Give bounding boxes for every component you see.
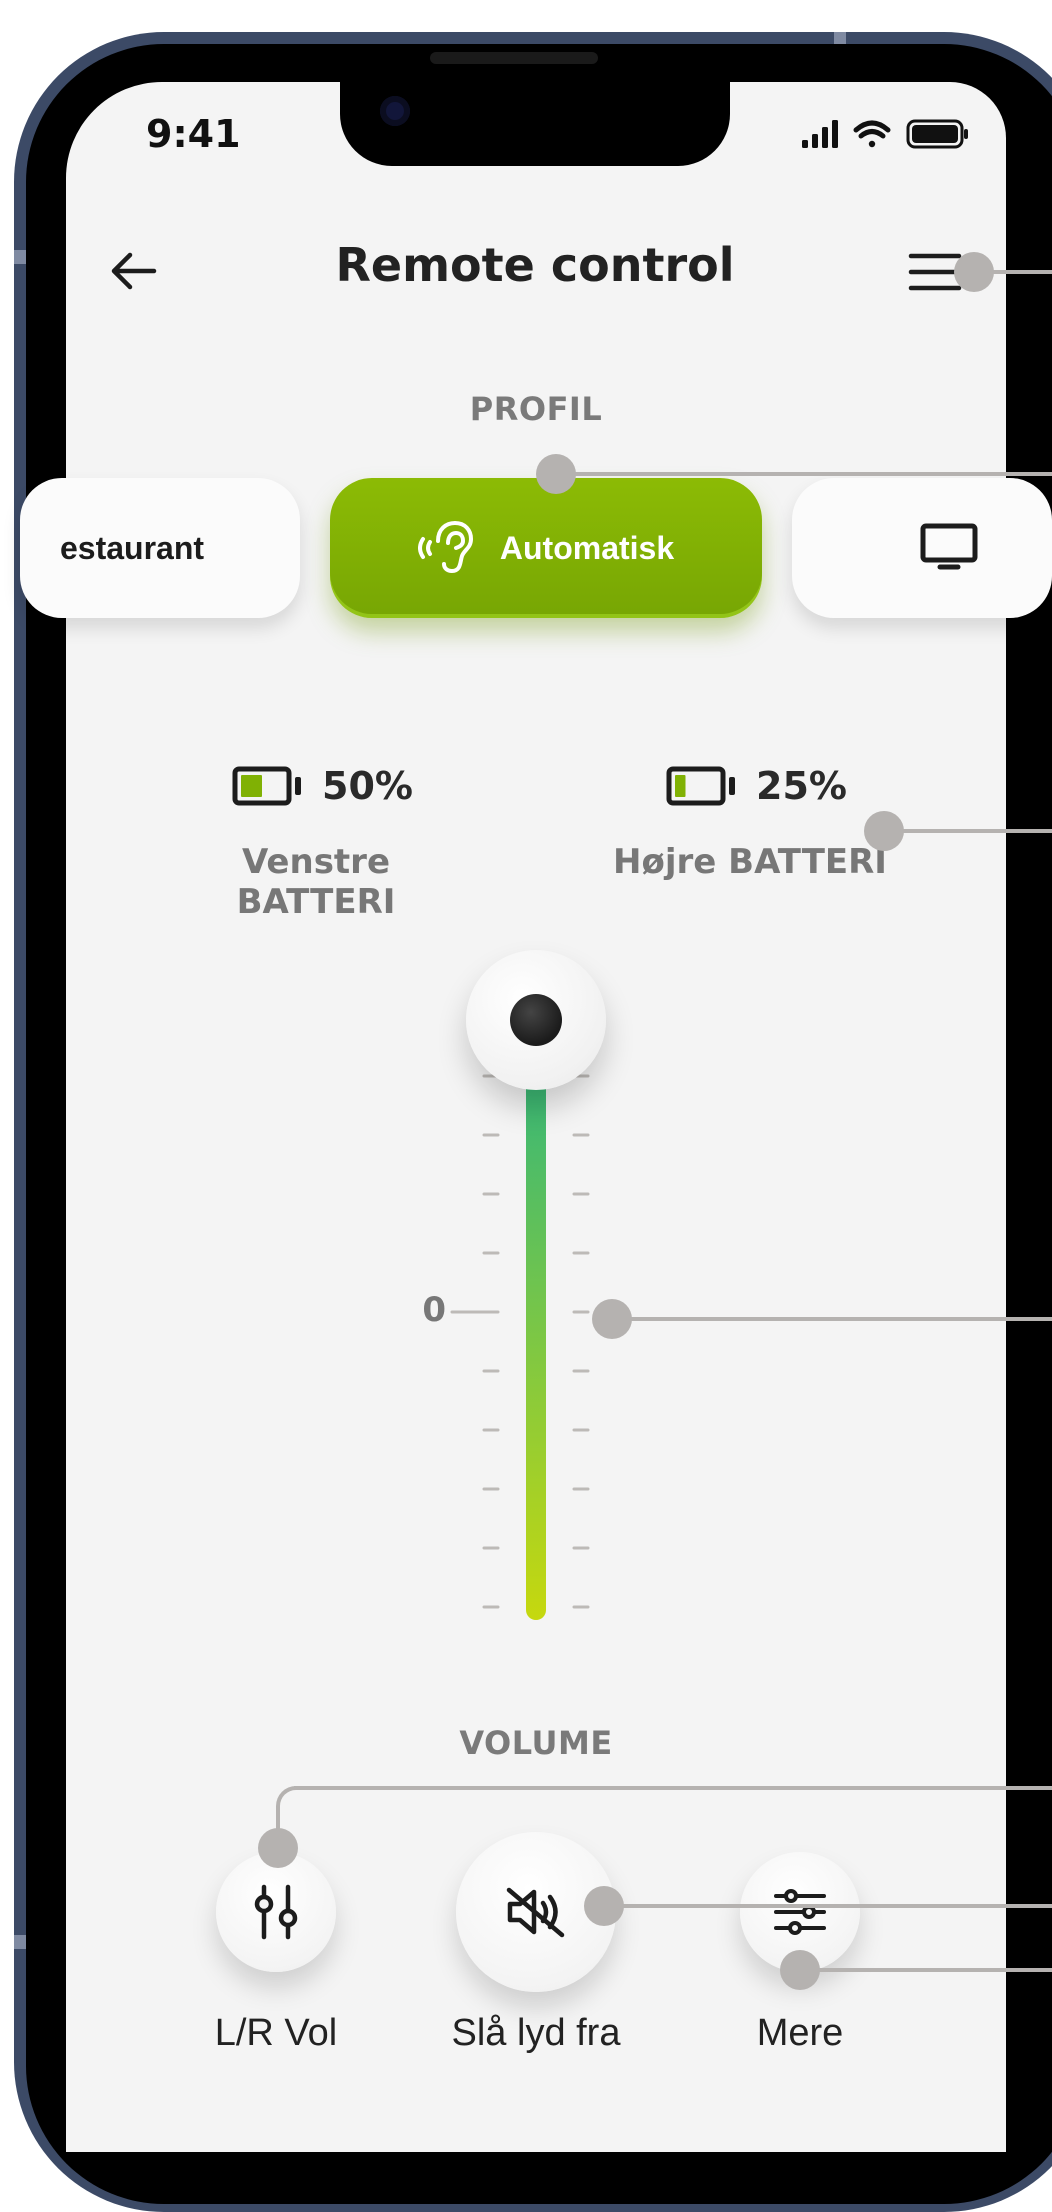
speaker-grille	[430, 52, 598, 64]
volume-knob-dot	[510, 994, 562, 1046]
battery-left-label: Venstre BATTERI	[236, 842, 396, 922]
callout-dot-menu	[954, 252, 994, 292]
battery-right-label: Højre BATTERI	[613, 842, 887, 882]
callout-line-battery	[884, 829, 1052, 833]
page-title: Remote control	[335, 238, 735, 292]
profile-automatisk[interactable]: Automatisk	[330, 478, 762, 618]
tv-icon	[920, 523, 978, 570]
battery-icon	[232, 766, 301, 806]
front-camera	[380, 96, 410, 126]
mute-label: Slå lyd fra	[451, 2012, 621, 2054]
battery-fill	[241, 775, 262, 797]
callout-dot-profile	[536, 454, 576, 494]
more-label: Mere	[756, 2012, 844, 2054]
callout-dot-lrvol	[258, 1828, 298, 1868]
callout-dot-mute	[584, 1886, 624, 1926]
profile-tv[interactable]	[792, 478, 1052, 618]
balance-sliders-icon	[254, 1884, 298, 1940]
battery-left: 50%	[232, 764, 413, 808]
volume-ticks	[450, 1016, 590, 1609]
callout-dot-battery	[864, 811, 904, 851]
profile-label: Automatisk	[499, 529, 675, 566]
status-time: 9:41	[146, 112, 241, 156]
callout-line-profile	[556, 472, 1052, 476]
callout-line-more	[804, 1968, 1052, 1972]
status-icons	[802, 119, 968, 149]
profile-section-label: PROFIL	[469, 390, 603, 428]
callout-line-volume	[612, 1317, 1052, 1321]
battery-right-percent: 25%	[756, 764, 847, 808]
ear-icon	[417, 520, 473, 574]
callout-line-lrvol-h	[294, 1786, 1052, 1790]
callout-dot-more	[780, 1950, 820, 1990]
volume-track-fill	[526, 1040, 546, 1620]
mute-icon	[506, 1887, 565, 1938]
callout-dot-volume	[592, 1299, 632, 1339]
battery-fill	[675, 775, 686, 797]
wifi-icon	[853, 120, 891, 148]
side-button	[14, 1935, 26, 1949]
callout-line-mute	[614, 1904, 1052, 1908]
profile-restaurant[interactable]: estaurant	[20, 478, 300, 618]
settings-sliders-icon	[774, 1889, 826, 1935]
lr-vol-button[interactable]	[216, 1852, 336, 1972]
volume-section-label: VOLUME	[459, 1724, 613, 1762]
lr-vol-label: L/R Vol	[214, 2012, 338, 2054]
battery-icon	[666, 766, 735, 806]
profile-label: estaurant	[60, 529, 205, 566]
battery-right: 25%	[666, 764, 847, 808]
battery-status-icon	[906, 119, 968, 149]
back-arrow-icon[interactable]	[108, 246, 158, 296]
side-button	[14, 250, 26, 264]
signal-icon	[802, 120, 838, 148]
battery-left-percent: 50%	[322, 764, 413, 808]
volume-zero-label: 0	[422, 1290, 446, 1330]
